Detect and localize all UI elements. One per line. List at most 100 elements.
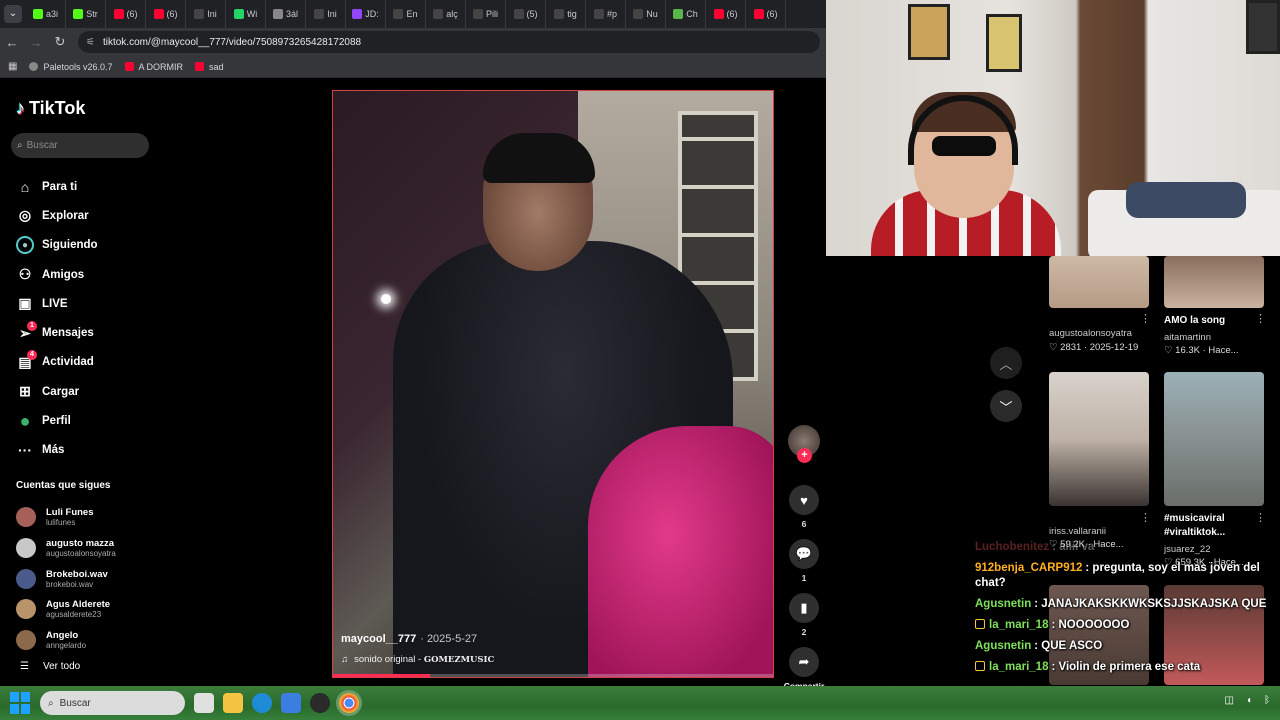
follow-plus-icon[interactable]: +	[797, 448, 812, 463]
back-button[interactable]: ←	[0, 28, 24, 56]
nav-item-explorar[interactable]: ◎ Explorar	[16, 201, 98, 230]
nav-item-perfil[interactable]: ● Perfil	[16, 406, 98, 435]
nav-item-amigos[interactable]: ⚇ Amigos	[16, 260, 98, 289]
see-all-button[interactable]: ☰ Ver todo	[20, 661, 80, 672]
tab-search-button[interactable]: ⌄	[0, 0, 26, 28]
more-options-icon[interactable]: ⋮	[1255, 312, 1266, 325]
sound-artist: GOMEZMUSIC	[423, 655, 495, 665]
chevron-down-icon: ﹀	[999, 399, 1013, 415]
feed-video-card[interactable]	[1164, 372, 1264, 506]
chat-message: Luchobenitez: aiiii va	[975, 540, 1280, 555]
following-item[interactable]: Brokeboi.wav brokeboi.wav	[16, 563, 116, 594]
browser-tab[interactable]: a3i	[26, 0, 66, 28]
previous-video-button[interactable]: ︿	[990, 347, 1022, 379]
nav-item-mas[interactable]: ··· Más	[16, 436, 98, 465]
next-video-button[interactable]: ﹀	[990, 390, 1022, 422]
feed-title[interactable]: #musicaviral #viraltiktok...	[1164, 512, 1260, 540]
browser-tab[interactable]: JD:	[346, 0, 386, 28]
video-author[interactable]: maycool__777	[341, 633, 416, 645]
comment-button[interactable]: 💬	[789, 539, 819, 569]
bluetooth-icon[interactable]: ᛒ	[1264, 695, 1270, 706]
browser-tab[interactable]: Ch	[666, 0, 706, 28]
author-avatar[interactable]: +	[788, 425, 820, 463]
music-note-icon: ♫	[341, 654, 349, 665]
network-icon[interactable]: ◫	[1225, 695, 1234, 706]
like-button[interactable]: ♥	[789, 485, 819, 515]
save-button[interactable]: ▮	[789, 593, 819, 623]
browser-tab[interactable]: (6)	[706, 0, 746, 28]
search-input[interactable]: ⌕ Buscar	[11, 133, 149, 158]
poster	[1246, 0, 1280, 54]
browser-tab-strip: ⌄ a3i Str (6) (6) Ini Wi 3ál Ini JD: En alç Pili (5)…	[0, 0, 826, 28]
chrome-icon[interactable]	[339, 693, 359, 713]
windows-start-icon[interactable]	[10, 692, 32, 714]
feed-user[interactable]: aitamartinn	[1164, 332, 1211, 343]
nav-item-actividad[interactable]: ▤ 4 Actividad	[16, 348, 98, 377]
notification-badge: 1	[27, 321, 37, 332]
task-view-icon[interactable]	[194, 693, 214, 713]
tiktok-logo[interactable]: ♪ TikTok	[16, 98, 85, 119]
feed-video-card[interactable]	[1049, 256, 1149, 308]
browser-tab[interactable]: (6)	[746, 0, 786, 28]
taskbar-search-input[interactable]: ⌕ Buscar	[40, 691, 185, 715]
feed-user[interactable]: iriss.vallaranii	[1049, 526, 1106, 537]
nav-label: Actividad	[42, 356, 94, 369]
nav-item-siguiendo[interactable]: ● Siguiendo	[16, 231, 98, 260]
video-sound[interactable]: ♫ sonido original - GOMEZMUSIC	[341, 654, 494, 665]
tab-label: (5)	[526, 9, 538, 19]
bookmark-sad[interactable]: sad	[195, 62, 224, 72]
nav-item-live[interactable]: ▣ LIVE	[16, 289, 98, 318]
apps-grid-icon[interactable]: ▦	[8, 61, 17, 72]
browser-tab[interactable]: Pili	[466, 0, 506, 28]
nav-item-cargar[interactable]: ⊞ Cargar	[16, 377, 98, 406]
feed-video-card[interactable]	[1049, 372, 1149, 506]
following-item[interactable]: Angelo anngelardo	[16, 625, 116, 656]
chat-text: : NOOOOOOO	[1051, 619, 1130, 631]
browser-tab[interactable]: Ini	[186, 0, 226, 28]
address-bar[interactable]: ⚟ tiktok.com/@maycool__777/video/7508973…	[78, 31, 820, 53]
video-player[interactable]: maycool__777 · 2025-5-27 ♫ sonido origina…	[332, 90, 774, 678]
browser-tab[interactable]: (6)	[146, 0, 186, 28]
forward-button[interactable]: →	[24, 28, 48, 56]
bookmark-paletools[interactable]: Paletools v26.0.7	[29, 61, 113, 72]
feed-title[interactable]: AMO la song	[1164, 314, 1225, 328]
browser-tab[interactable]: 3ál	[266, 0, 306, 28]
feed-video-card[interactable]	[1164, 256, 1264, 308]
browser-tab[interactable]: (6)	[106, 0, 146, 28]
chat-message: la_mari_18: NOOOOOOO	[975, 618, 1280, 633]
video-progress-bar[interactable]	[333, 674, 773, 677]
store-icon[interactable]	[281, 693, 301, 713]
more-options-icon[interactable]: ⋮	[1140, 511, 1151, 524]
see-all-label: Ver todo	[42, 661, 81, 672]
browser-tab[interactable]: alç	[426, 0, 466, 28]
x-icon	[194, 9, 205, 19]
site-info-icon[interactable]: ⚟	[86, 37, 95, 48]
file-explorer-icon[interactable]	[223, 693, 243, 713]
following-item[interactable]: augusto mazza augustoalonsoyatra	[16, 533, 116, 564]
chat-username: Agusnetin	[975, 598, 1032, 610]
volume-icon[interactable]: ◖	[1246, 695, 1252, 706]
browser-tab[interactable]: (5)	[506, 0, 546, 28]
obs-icon[interactable]	[310, 693, 330, 713]
share-button[interactable]: ➦	[789, 647, 819, 677]
browser-tab[interactable]: #p	[586, 0, 626, 28]
tab-label: (6)	[766, 9, 778, 19]
nav-item-para-ti[interactable]: ⌂ Para ti	[16, 172, 98, 201]
following-item[interactable]: Luli Funes lulifunes	[16, 502, 116, 533]
browser-tab[interactable]: Wi	[226, 0, 266, 28]
more-options-icon[interactable]: ⋮	[1140, 312, 1151, 325]
bookmark-label: Paletools v26.0.7	[43, 61, 113, 72]
browser-tab[interactable]: Nu	[626, 0, 666, 28]
feed-user[interactable]: augustoalonsoyatra	[1049, 328, 1132, 339]
following-item[interactable]: Agus Alderete agusalderete23	[16, 594, 116, 625]
edge-icon[interactable]	[252, 693, 272, 713]
chat-message: Agusnetin: JANAJKAKSKKWKSKSJJSKAJSKA QUE	[975, 597, 1280, 612]
logo-text: TikTok	[29, 98, 86, 118]
browser-tab[interactable]: Str	[66, 0, 106, 28]
bookmark-a-dormir[interactable]: A DORMIR	[124, 62, 183, 72]
nav-item-mensajes[interactable]: ➢ 1 Mensajes	[16, 318, 98, 347]
reload-button[interactable]: ↻	[48, 28, 72, 56]
browser-tab[interactable]: tig	[546, 0, 586, 28]
browser-tab[interactable]: En	[386, 0, 426, 28]
browser-tab[interactable]: Ini	[306, 0, 346, 28]
